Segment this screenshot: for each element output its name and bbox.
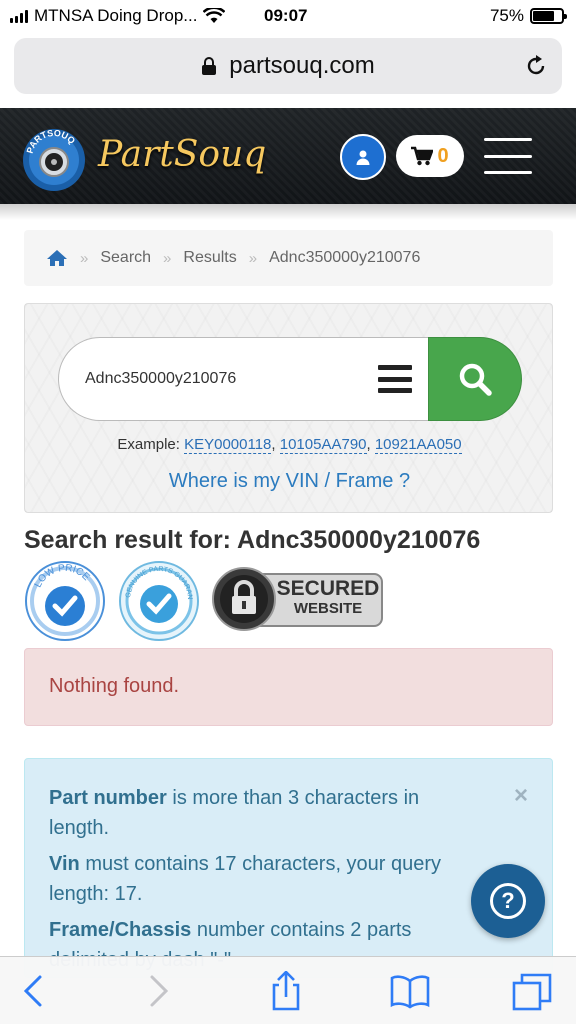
trust-badges: LOW PRICE GENUINE PARTS GUARANTEE SECURE… (24, 558, 404, 641)
status-left: MTNSA Doing Drop... (10, 6, 226, 26)
bookmarks-icon[interactable] (390, 971, 430, 1011)
search-examples: Example: KEY0000118, 10105AA790, 10921AA… (117, 436, 462, 454)
help-button[interactable]: ? (471, 864, 545, 938)
search-icon (459, 363, 492, 396)
cart-button[interactable]: 0 (396, 135, 464, 177)
search-box (58, 337, 522, 421)
status-time: 09:07 (264, 6, 308, 25)
lock-icon (202, 57, 217, 75)
breadcrumb-separator: » (248, 249, 258, 267)
breadcrumb-separator: » (163, 249, 172, 267)
vin-hint: Vin must contains 17 characters, your qu… (49, 849, 472, 909)
breadcrumb-search[interactable]: Search (100, 249, 151, 267)
breadcrumb: » Search » Results » Adnc350000y210076 (24, 230, 553, 286)
example-link[interactable]: 10105AA790 (279, 436, 367, 454)
cart-count: 0 (437, 144, 449, 167)
browser-url-area: partsouq.com (0, 34, 576, 104)
cart-icon (411, 146, 434, 166)
breadcrumb-results[interactable]: Results (183, 249, 236, 267)
help-icon: ? (490, 883, 526, 919)
partsouq-logo-icon[interactable]: PARTSOUQ (22, 118, 86, 196)
user-icon (356, 150, 370, 165)
status-bar: MTNSA Doing Drop... 09:07 75% (0, 0, 576, 34)
reload-icon[interactable] (524, 54, 548, 78)
tabs-icon[interactable] (512, 971, 552, 1011)
home-icon[interactable] (46, 249, 68, 267)
hint-label: Frame/Chassis (49, 919, 192, 941)
wifi-icon (203, 8, 226, 23)
search-result-title: Search result for: Adnc350000y210076 (24, 526, 481, 554)
hint-label: Part number (49, 787, 167, 809)
header-shadow (0, 204, 576, 220)
nothing-found-alert: Nothing found. (24, 648, 553, 726)
site-header: PARTSOUQ PartSouq 0 (0, 108, 576, 204)
back-icon[interactable] (14, 971, 54, 1011)
battery-fill (533, 11, 554, 21)
search-button[interactable] (428, 337, 522, 421)
search-options-menu-icon[interactable] (378, 365, 412, 393)
carrier-name: MTNSA Doing Drop... (34, 6, 198, 25)
website-text: WEBSITE (293, 600, 363, 617)
secured-text: SECURED (276, 577, 380, 600)
forward-icon[interactable] (138, 971, 178, 1011)
battery-percent: 75% (489, 6, 524, 25)
url-text: partsouq.com (229, 52, 375, 79)
search-panel: Example: KEY0000118, 10105AA790, 10921AA… (24, 303, 553, 513)
breadcrumb-separator: » (80, 249, 89, 267)
brand-name[interactable]: PartSouq (98, 134, 266, 175)
breadcrumb-current: Adnc350000y210076 (269, 249, 421, 266)
part-number-hint: Part number is more than 3 characters in… (49, 783, 472, 843)
url-bar[interactable]: partsouq.com (14, 38, 562, 94)
secured-website-badge: SECURED WEBSITE (212, 566, 384, 632)
example-link[interactable]: KEY0000118 (184, 436, 272, 454)
account-button[interactable] (340, 134, 386, 180)
where-is-vin-link[interactable]: Where is my VIN / Frame ? (25, 470, 554, 493)
close-icon[interactable]: × (514, 781, 528, 811)
battery-icon (530, 8, 567, 24)
search-help-alert: × Part number is more than 3 characters … (24, 758, 553, 978)
example-label: Example: (117, 436, 180, 453)
genuine-parts-badge-icon: GENUINE PARTS GUARANTEE (118, 560, 199, 641)
hint-text: must contains 17 characters, your query … (49, 853, 442, 905)
signal-icon (10, 9, 28, 23)
share-icon[interactable] (266, 971, 306, 1011)
browser-toolbar (0, 956, 576, 1024)
hint-label: Vin (49, 853, 80, 875)
hamburger-menu-icon[interactable] (484, 138, 532, 174)
low-price-badge-icon: LOW PRICE (25, 561, 105, 641)
example-link[interactable]: 10921AA050 (374, 436, 462, 454)
status-right: 75% (489, 6, 567, 26)
